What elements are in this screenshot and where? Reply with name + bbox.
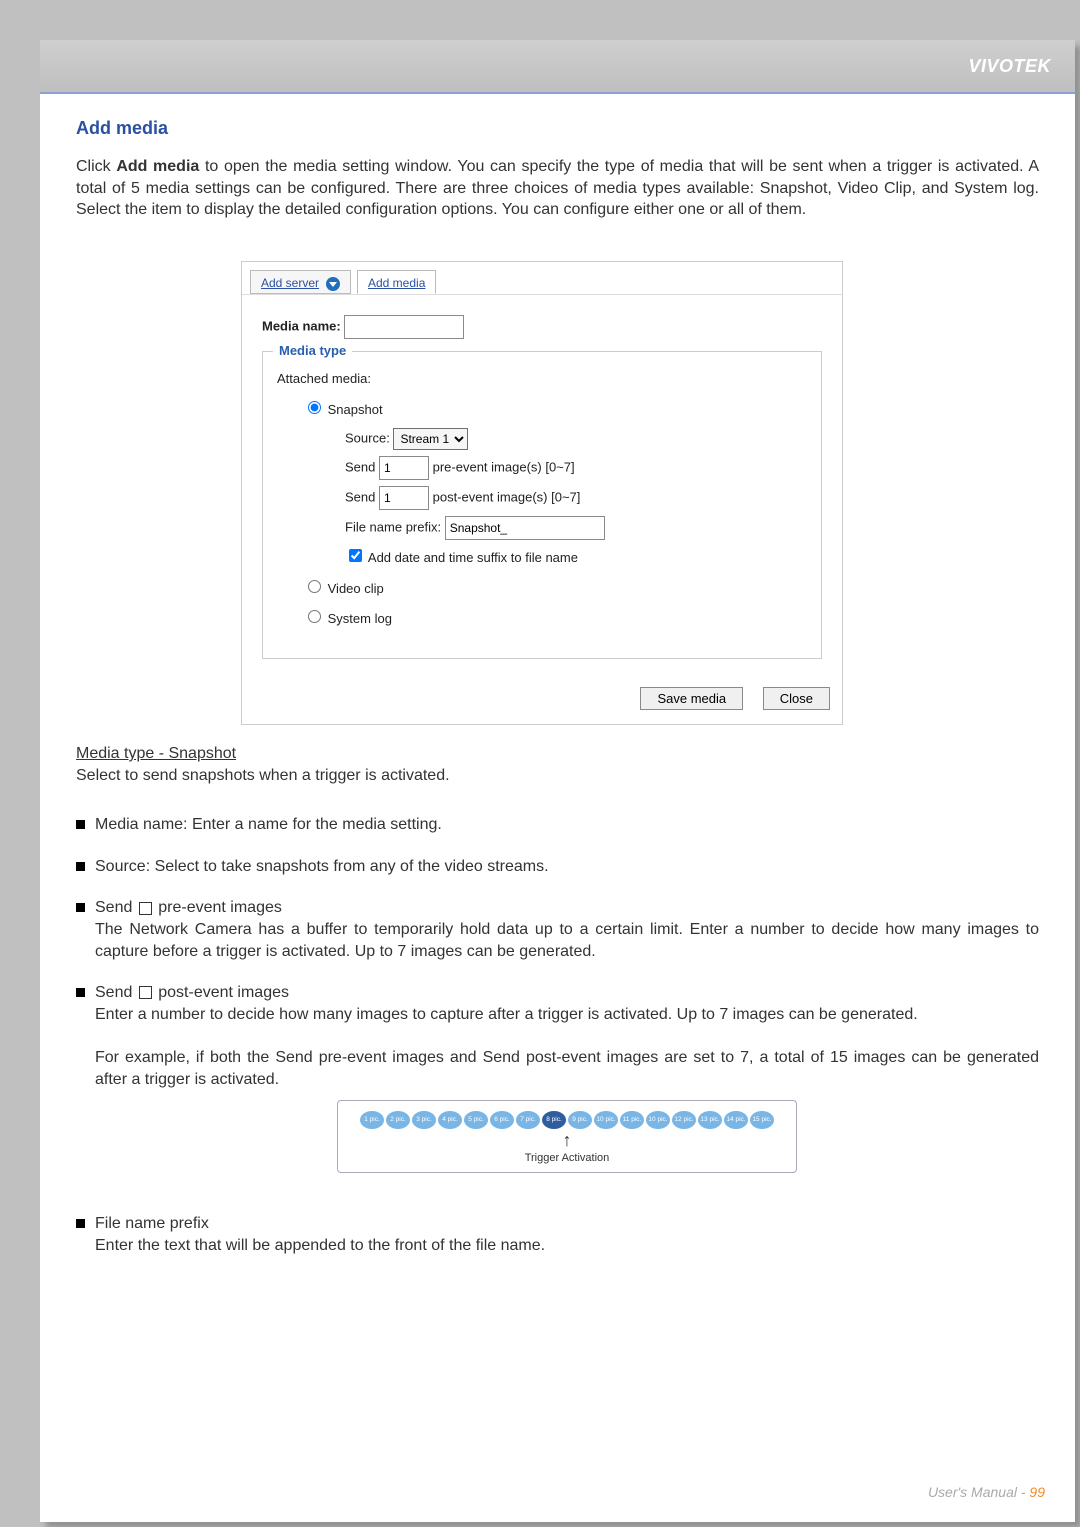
syslog-radio-label: System log — [328, 611, 392, 626]
pic-bubble: 13 pic. — [698, 1111, 722, 1129]
media-type-legend: Media type — [273, 342, 352, 360]
blank-box-icon — [139, 986, 152, 999]
pre-head-b: pre-event images — [154, 899, 282, 916]
bullet-icon — [76, 862, 85, 871]
snapshot-subtext: Select to send snapshots when a trigger … — [76, 765, 1039, 787]
send-post-suffix: post-event image(s) [0~7] — [433, 490, 581, 505]
filename-prefix-label: File name prefix: — [345, 520, 441, 535]
pic-bubble: 12 pic. — [672, 1111, 696, 1129]
attached-media-label: Attached media: — [277, 370, 807, 388]
videoclip-radio-label: Video clip — [328, 581, 384, 596]
filename-prefix-input[interactable] — [445, 516, 605, 540]
intro-bold: Add media — [116, 158, 199, 175]
brand-logo: VIVOTEK — [968, 56, 1051, 77]
pic-bubble: 7 pic. — [516, 1111, 540, 1129]
bullet-pre-body: The Network Camera has a buffer to tempo… — [95, 919, 1039, 962]
add-server-link[interactable]: Add server — [261, 276, 319, 290]
pic-bubble: 10 pic. — [594, 1111, 618, 1129]
trigger-diagram: 1 pic.2 pic.3 pic.4 pic.5 pic.6 pic.7 pi… — [337, 1100, 797, 1173]
bullet-post-head: Send post-event images — [95, 982, 1039, 1004]
intro-suffix: to open the media setting window. You ca… — [76, 158, 1039, 218]
bullet-icon — [76, 1219, 85, 1228]
footer-page-number: 99 — [1029, 1484, 1045, 1500]
bullet-icon — [76, 988, 85, 997]
dropdown-arrow-icon — [326, 277, 340, 291]
media-name-label: Media name: — [262, 319, 341, 334]
send-pre-suffix: pre-event image(s) [0~7] — [433, 460, 575, 475]
datetime-suffix-label: Add date and time suffix to file name — [368, 550, 578, 565]
bullet-media-name: Media name: Enter a name for the media s… — [95, 814, 1039, 836]
pic-bubble: 3 pic. — [412, 1111, 436, 1129]
header-band: VIVOTEK — [40, 40, 1075, 94]
footer-text: User's Manual - — [928, 1484, 1029, 1500]
pre-head-a: Send — [95, 899, 137, 916]
bullet-fname-head: File name prefix — [95, 1213, 1039, 1235]
add-media-tab[interactable]: Add media — [357, 270, 436, 294]
bullet-source: Source: Select to take snapshots from an… — [95, 856, 1039, 878]
add-media-link[interactable]: Add media — [368, 276, 425, 290]
pic-bubble: 8 pic. — [542, 1111, 566, 1129]
send-pre-input[interactable] — [379, 456, 429, 480]
add-server-tab[interactable]: Add server — [250, 270, 351, 294]
bullet-icon — [76, 820, 85, 829]
blank-box-icon — [139, 902, 152, 915]
media-name-input[interactable] — [344, 315, 464, 339]
syslog-radio[interactable] — [308, 610, 321, 623]
pic-bubble: 11 pic. — [620, 1111, 644, 1129]
section-title: Add media — [76, 116, 1039, 140]
pic-bubble: 10 pic. — [646, 1111, 670, 1129]
pic-bubble: 9 pic. — [568, 1111, 592, 1129]
pic-bubble: 6 pic. — [490, 1111, 514, 1129]
save-media-button[interactable]: Save media — [640, 687, 743, 710]
pic-bubble: 4 pic. — [438, 1111, 462, 1129]
snapshot-subhead: Media type - Snapshot — [76, 743, 1039, 765]
media-type-fieldset: Media type Attached media: Snapshot Sour… — [262, 351, 822, 659]
post-head-a: Send — [95, 984, 137, 1001]
snapshot-radio-label: Snapshot — [328, 402, 383, 417]
datetime-suffix-checkbox[interactable] — [349, 549, 362, 562]
page-footer: User's Manual - 99 — [928, 1484, 1045, 1500]
bullet-post-body2: For example, if both the Send pre-event … — [95, 1047, 1039, 1090]
intro-paragraph: Click Add media to open the media settin… — [76, 156, 1039, 221]
pic-bubble: 5 pic. — [464, 1111, 488, 1129]
source-select[interactable]: Stream 1 — [393, 428, 468, 450]
up-arrow-icon: ↑ — [352, 1131, 782, 1149]
pic-bubble: 2 pic. — [386, 1111, 410, 1129]
bullet-pre-head: Send pre-event images — [95, 897, 1039, 919]
send-post-input[interactable] — [379, 486, 429, 510]
media-settings-window: Add server Add media Media name: Media t… — [241, 261, 843, 725]
snapshot-radio[interactable] — [308, 401, 321, 414]
videoclip-radio[interactable] — [308, 580, 321, 593]
pic-bubble: 15 pic. — [750, 1111, 774, 1129]
bullet-fname-body: Enter the text that will be appended to … — [95, 1235, 1039, 1257]
intro-prefix: Click — [76, 158, 116, 175]
close-button[interactable]: Close — [763, 687, 830, 710]
source-label: Source: — [345, 431, 390, 446]
trigger-activation-label: Trigger Activation — [352, 1151, 782, 1166]
post-head-b: post-event images — [154, 984, 289, 1001]
send-pre-label: Send — [345, 460, 375, 475]
pic-bubble: 1 pic. — [360, 1111, 384, 1129]
send-post-label: Send — [345, 490, 375, 505]
bullet-post-body1: Enter a number to decide how many images… — [95, 1004, 1039, 1026]
bullet-icon — [76, 903, 85, 912]
pic-bubble: 14 pic. — [724, 1111, 748, 1129]
